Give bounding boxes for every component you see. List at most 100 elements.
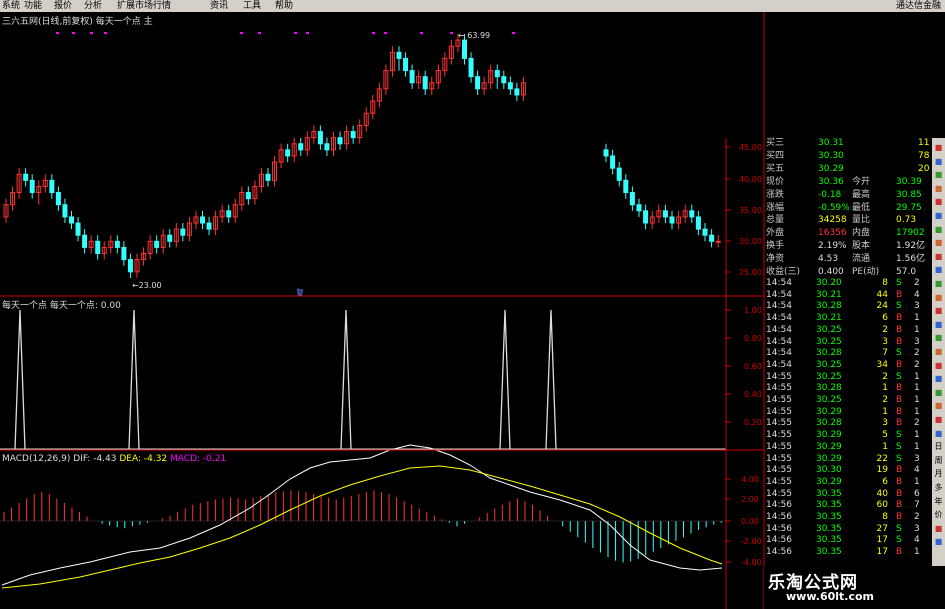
quote-vol: 20 [918,163,930,174]
tick-row: 14:55 30.29 6 B 1 [764,477,932,489]
quote-row: 涨幅 -0.59% 最低 29.75 [764,203,932,215]
toolbar-button-icon[interactable]: ■ [933,224,944,235]
tick-cell: S [896,441,902,452]
candle-body [475,76,481,90]
quote-row: 外盘 16356 内盘 17902 [764,228,932,240]
menu-item-ext-market[interactable]: 扩展市场行情 [117,0,171,12]
signal-dot [420,32,423,34]
toolbar-button-icon[interactable]: ■ [933,292,944,303]
dea-line [1,465,723,589]
toolbar-button-icon[interactable]: ■ [933,346,944,357]
toolbar-button-icon[interactable]: ■ [933,373,944,384]
quote-value: 34258 [818,215,847,226]
toolbar-button-icon[interactable]: ■ [933,332,944,343]
quote-label2: 今开 [852,176,871,187]
indicator-panel [0,309,726,450]
toolbar-button-icon[interactable]: 周 [933,455,944,466]
tick-cell: 14:54 [766,278,792,288]
tick-cell: B [896,383,903,394]
toolbar-button-icon[interactable]: ■ [933,400,944,411]
toolbar-button-icon[interactable]: ■ [933,278,944,289]
menu-item-tools[interactable]: 工具 [243,0,261,12]
quote-label2: 最高 [852,189,871,200]
toolbar-button-icon[interactable]: ■ [933,360,944,371]
candle-body [702,228,708,236]
toolbar-button-icon[interactable]: 月 [933,468,944,479]
tick-cell: 30.21 [816,313,842,324]
toolbar-button-icon[interactable]: 多 [933,482,944,493]
menu-item-help[interactable]: 帮助 [275,0,293,12]
signal-dot [104,32,107,34]
quote-value: 4.53 [818,254,839,265]
signal-dot [90,32,93,34]
signal-dot [56,32,59,34]
tick-cell: 30.35 [816,547,842,558]
signal-dot [450,32,453,34]
toolbar-button-icon[interactable]: ■ [933,196,944,207]
tick-cell: 14:55 [766,441,792,452]
candle-body [501,76,507,84]
tick-cell: 27 [876,523,888,534]
tick-row: 14:54 30.20 8 S 2 [764,278,932,290]
quote-vol: 78 [918,150,930,161]
menu-item-system[interactable]: 系统 [2,0,20,12]
toolbar-button-icon[interactable]: ■ [933,142,944,153]
quote-label: 买四 [766,150,785,161]
tick-cell: 22 [876,453,888,464]
quote-value2: 0.73 [896,215,917,226]
tick-cell: 6 [882,476,888,487]
toolbar-button-icon[interactable]: ■ [933,251,944,262]
toolbar-button-icon[interactable]: ■ [933,264,944,275]
quote-label: 换手 [766,241,785,252]
menu-item-info[interactable]: 资讯 [210,0,228,12]
tick-cell: B [896,488,903,499]
tick-cell: 1 [882,441,888,452]
quote-value: -0.18 [818,189,842,200]
quote-row: 涨跌 -0.18 最高 30.85 [764,190,932,202]
quote-value: 16356 [818,228,847,239]
tick-cell: 8 [882,278,888,288]
toolbar-button-icon[interactable]: ■ [933,428,944,439]
tick-cell: 6 [914,488,920,499]
toolbar-button-icon[interactable]: ■ [933,156,944,167]
toolbar-button-icon[interactable]: ■ [933,536,944,547]
candle-body [200,216,205,224]
toolbar-button-icon[interactable]: 价 [933,509,944,520]
tick-cell: 6 [882,313,888,324]
toolbar-button-icon[interactable]: ■ [933,237,944,248]
quote-label: 现价 [766,176,785,187]
kline-panel: ← 63.99←23.00复 [3,31,721,297]
candle-body [49,179,55,194]
tick-cell: 7 [914,500,920,511]
toolbar-button-icon[interactable]: ■ [933,183,944,194]
toolbar-button-icon[interactable]: ■ [933,305,944,316]
toolbar-button-icon[interactable]: ■ [933,210,944,221]
tick-cell: 1 [882,383,888,394]
menu-item-analysis[interactable]: 分析 [84,0,102,12]
price-label: 30.00 [739,237,762,246]
toolbar-button-icon[interactable]: ■ [933,414,944,425]
tick-cell: 30.29 [816,453,842,464]
quote-value: 30.31 [818,138,844,148]
toolbar-button-icon[interactable]: ■ [933,387,944,398]
macd-dea: DEA: -4.32 [119,454,168,464]
toolbar-button-icon[interactable]: 年 [933,496,944,507]
quote-label2: 流通 [852,254,871,265]
tick-cell: 30.28 [816,348,842,359]
menu-item-function[interactable]: 功能 [24,0,42,12]
toolbar-button-icon[interactable]: ■ [933,523,944,534]
indicator-spike [499,309,511,450]
tick-row: 14:55 30.29 5 S 1 [764,430,932,442]
quote-value: 0.400 [818,267,844,277]
signal-dot [294,32,297,34]
toolbar-button-icon[interactable]: 日 [933,441,944,452]
tick-cell: 4 [914,465,920,476]
menu-item-quote[interactable]: 报价 [54,0,72,12]
toolbar-button-icon[interactable]: ■ [933,169,944,180]
tick-cell: 30.21 [816,289,842,300]
tick-row: 14:54 30.25 3 B 3 [764,337,932,349]
candle-body [245,192,251,200]
toolbar-button-icon[interactable]: ■ [933,319,944,330]
price-label: 25.00 [739,268,762,277]
tick-cell: 14:55 [766,383,792,394]
